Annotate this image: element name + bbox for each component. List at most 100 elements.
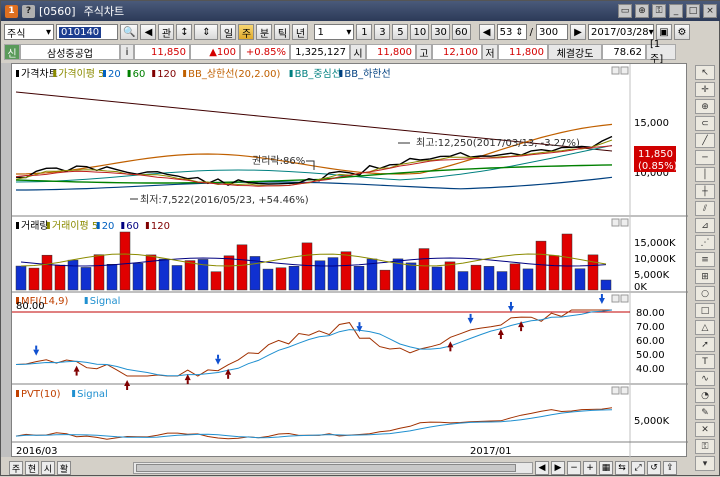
search-button[interactable]: 🔍: [120, 24, 139, 40]
count-a-stepper[interactable]: 53 ⇕: [496, 24, 527, 40]
zoom-left-button[interactable]: ◀: [478, 24, 495, 40]
trendline-tool-icon[interactable]: ╱: [695, 133, 715, 148]
pane-min-icon[interactable]: [611, 294, 620, 303]
zoom-right-button[interactable]: ▶: [570, 24, 587, 40]
hline-tool-icon[interactable]: ─: [695, 150, 715, 165]
interval-3[interactable]: 3: [374, 24, 391, 40]
pane-controls: [611, 66, 629, 395]
legend-label: BB_중심선: [295, 68, 341, 80]
crosshair-tool-icon[interactable]: ✛: [695, 82, 715, 97]
cycle-tool-icon[interactable]: ◔: [695, 388, 715, 403]
bottom-btn-current[interactable]: 현: [25, 461, 39, 475]
period-day[interactable]: 일: [220, 24, 237, 40]
interval-1[interactable]: 1: [356, 24, 373, 40]
pane-min-icon[interactable]: [611, 218, 620, 227]
parallel-tool-icon[interactable]: ⫽: [695, 201, 715, 216]
erase-tool-icon[interactable]: ✎: [695, 405, 715, 420]
scroll-left-button[interactable]: ◀: [535, 461, 549, 475]
close-button[interactable]: ×: [703, 4, 717, 18]
scroll-right-button[interactable]: ▶: [551, 461, 565, 475]
info-mark-icon[interactable]: i: [120, 44, 134, 60]
lock-icon[interactable]: ⚿: [652, 4, 666, 18]
minimize-button[interactable]: _: [669, 4, 683, 18]
count-separator: /: [529, 26, 534, 38]
fit-button[interactable]: ⤢: [631, 461, 645, 475]
interval-60[interactable]: 60: [451, 24, 471, 40]
code-input[interactable]: 010140: [56, 24, 118, 40]
date-picker[interactable]: 2017/03/28 ▾: [588, 24, 655, 40]
circle-tool-icon[interactable]: ○: [695, 286, 715, 301]
period-year[interactable]: 년: [292, 24, 309, 40]
lock-tool-icon[interactable]: ⚿: [695, 439, 715, 454]
vline-tool-icon[interactable]: │: [695, 167, 715, 182]
reset-button[interactable]: ↺: [647, 461, 661, 475]
pane-close-icon[interactable]: [620, 218, 629, 227]
wave-tool-icon[interactable]: ∿: [695, 371, 715, 386]
zoom-tool-icon[interactable]: ⊕: [695, 99, 715, 114]
text-tool-icon[interactable]: T: [695, 354, 715, 369]
bottom-btn-market[interactable]: 시: [41, 461, 55, 475]
gwan-button[interactable]: 관: [158, 24, 175, 40]
delete-tool-icon[interactable]: ✕: [695, 422, 715, 437]
channel-tool-icon[interactable]: ⊿: [695, 218, 715, 233]
refresh-button[interactable]: ↕: [176, 24, 193, 40]
chart-canvas[interactable]: 가격차트 가격이평 5 20 60 120 BB_상한선(20,2.00) BB_중심선 BB…: [12, 64, 688, 458]
interval-10[interactable]: 10: [410, 24, 430, 40]
export-button[interactable]: ⇪: [663, 461, 677, 475]
pane-close-icon[interactable]: [620, 386, 629, 395]
volume-bar: [522, 268, 534, 291]
pin-icon[interactable]: ⊕: [635, 4, 649, 18]
settings-button[interactable]: ⚙: [674, 24, 691, 40]
stepper-button[interactable]: ⇕: [194, 24, 219, 40]
left-splitter[interactable]: [1, 63, 11, 457]
legend-label: 거래량: [21, 220, 49, 232]
pane-min-icon[interactable]: [611, 66, 620, 75]
period-week[interactable]: 주: [238, 24, 255, 40]
chart-area[interactable]: 가격차트 가격이평 5 20 60 120 BB_상한선(20,2.00) BB_중심선 BB…: [11, 63, 688, 458]
unit-button[interactable]: [1주]: [646, 39, 676, 65]
pane-close-icon[interactable]: [620, 294, 629, 303]
pane-min-icon[interactable]: [611, 386, 620, 395]
mfi-level-label: 80.00: [16, 301, 45, 312]
legend-swatch: [152, 70, 156, 77]
magnet-tool-icon[interactable]: ⊂: [695, 116, 715, 131]
maximize-button[interactable]: □: [686, 4, 700, 18]
interval-30[interactable]: 30: [431, 24, 450, 40]
count-b-input[interactable]: 300: [536, 24, 569, 40]
fan-tool-icon[interactable]: ⋰: [695, 235, 715, 250]
interval-5[interactable]: 5: [392, 24, 409, 40]
period-minute[interactable]: 분: [256, 24, 273, 40]
chart-scrollbar[interactable]: [133, 462, 533, 474]
drawing-toolbar: ↖ ✛ ⊕ ⊂ ╱ ─ │ ┼ ⫽ ⊿ ⋰ ≡ ⊞ ○ □ △ ➚ T ∿ ◔ …: [689, 63, 720, 477]
fibo-tool-icon[interactable]: ≡: [695, 252, 715, 267]
bottom-btn-week[interactable]: 주: [9, 461, 23, 475]
gann-tool-icon[interactable]: ⊞: [695, 269, 715, 284]
chevron-down-icon: ▾: [648, 26, 654, 38]
pane-close-icon[interactable]: [620, 66, 629, 75]
cursor-tool-icon[interactable]: ↖: [695, 65, 715, 80]
screen-icon[interactable]: ▭: [618, 4, 632, 18]
compare-button[interactable]: ⇆: [615, 461, 629, 475]
zoom-out-button[interactable]: −: [567, 461, 581, 475]
zoom-in-button[interactable]: +: [583, 461, 597, 475]
legend-label: BB_상한선(20,2.00): [188, 68, 280, 80]
more-tool-icon[interactable]: ▾: [695, 456, 715, 471]
legend-label: BB_하한선: [344, 67, 390, 80]
period-tick[interactable]: 틱: [274, 24, 291, 40]
grid-toggle-button[interactable]: ▦: [599, 461, 613, 475]
sell-signal-icon: [215, 358, 222, 365]
triangle-tool-icon[interactable]: △: [695, 320, 715, 335]
cross-line-tool-icon[interactable]: ┼: [695, 184, 715, 199]
info-icon[interactable]: 신: [4, 44, 20, 60]
annotation-rights: 권리락:86%: [252, 155, 305, 167]
bottom-btn-active[interactable]: 활: [57, 461, 71, 475]
interval-select[interactable]: 1 ▾: [314, 24, 355, 40]
rect-tool-icon[interactable]: □: [695, 303, 715, 318]
volume-bar: [145, 254, 157, 291]
market-select[interactable]: 주식 ▾: [4, 24, 54, 40]
arrow-tool-icon[interactable]: ➚: [695, 337, 715, 352]
save-button[interactable]: ▣: [656, 24, 673, 40]
scrollbar-thumb[interactable]: [136, 464, 516, 472]
prev-code-button[interactable]: ◀: [140, 24, 157, 40]
help-icon[interactable]: ?: [22, 4, 35, 18]
